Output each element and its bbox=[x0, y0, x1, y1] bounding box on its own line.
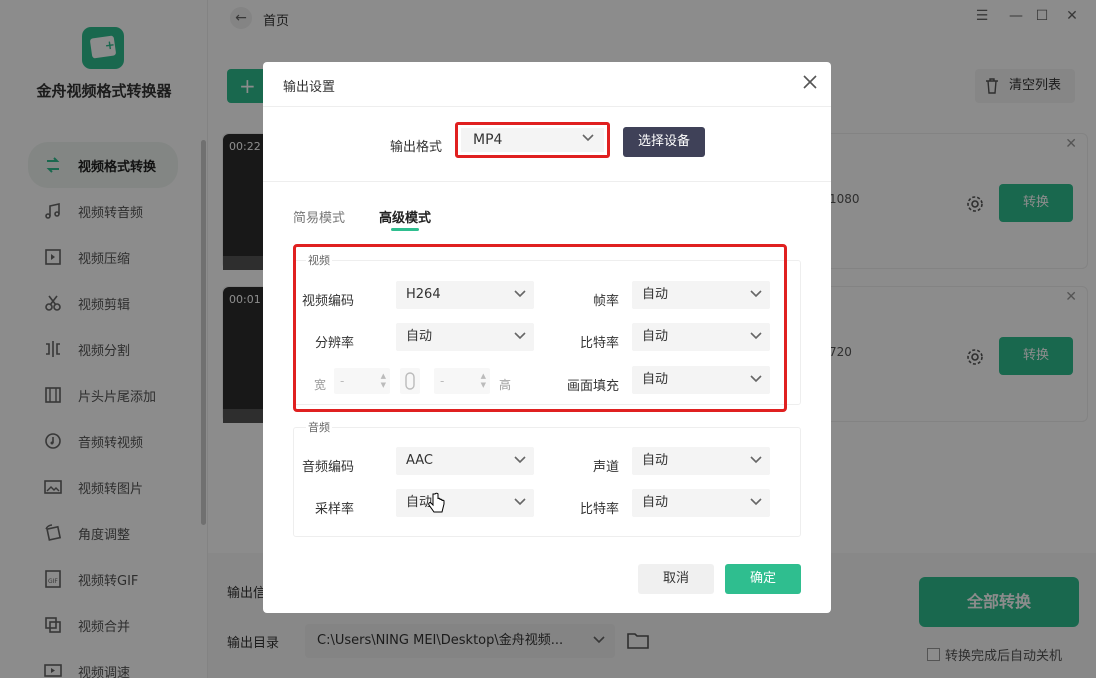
video-highlight-box bbox=[293, 244, 787, 412]
audio-bitrate-select[interactable]: 自动 bbox=[632, 489, 770, 517]
chevron-down-icon bbox=[582, 134, 594, 142]
channel-label: 声道 bbox=[592, 460, 619, 475]
output-settings-dialog: 输出设置 输出格式 MP4 选择设备 简易模式 高级模式 视频 视频编码 H26… bbox=[263, 62, 831, 613]
output-format-select[interactable]: MP4 bbox=[461, 128, 604, 152]
chevron-down-icon bbox=[514, 498, 526, 506]
audio-bitrate-value: 自动 bbox=[642, 495, 669, 510]
tab-simple-mode[interactable]: 简易模式 bbox=[293, 207, 345, 226]
audio-bitrate-label: 比特率 bbox=[579, 502, 619, 517]
dialog-title: 输出设置 bbox=[283, 80, 336, 95]
cancel-button[interactable]: 取消 bbox=[638, 564, 714, 594]
hand-cursor-icon bbox=[428, 492, 445, 513]
close-icon[interactable] bbox=[801, 73, 819, 91]
format-highlight-box: MP4 bbox=[455, 122, 610, 158]
chevron-down-icon bbox=[514, 456, 526, 464]
chevron-down-icon bbox=[750, 498, 762, 506]
audio-codec-select[interactable]: AAC bbox=[396, 447, 534, 475]
output-format-label: 输出格式 bbox=[390, 140, 443, 155]
channel-value: 自动 bbox=[642, 453, 669, 468]
samplerate-label: 采样率 bbox=[314, 502, 354, 517]
audio-codec-label: 音频编码 bbox=[301, 460, 354, 475]
audio-settings-group: 音频 音频编码 AAC 声道 自动 采样率 自动 比特率 自动 bbox=[293, 419, 801, 537]
channel-select[interactable]: 自动 bbox=[632, 447, 770, 475]
confirm-button[interactable]: 确定 bbox=[725, 564, 801, 594]
select-device-button[interactable]: 选择设备 bbox=[623, 127, 705, 157]
audio-codec-value: AAC bbox=[406, 453, 433, 468]
audio-group-title: 音频 bbox=[306, 419, 332, 435]
chevron-down-icon bbox=[750, 456, 762, 464]
samplerate-select[interactable]: 自动 bbox=[396, 489, 534, 517]
output-format-value: MP4 bbox=[473, 132, 503, 148]
active-tab-indicator bbox=[391, 228, 419, 231]
tab-advanced-mode[interactable]: 高级模式 bbox=[379, 207, 431, 226]
